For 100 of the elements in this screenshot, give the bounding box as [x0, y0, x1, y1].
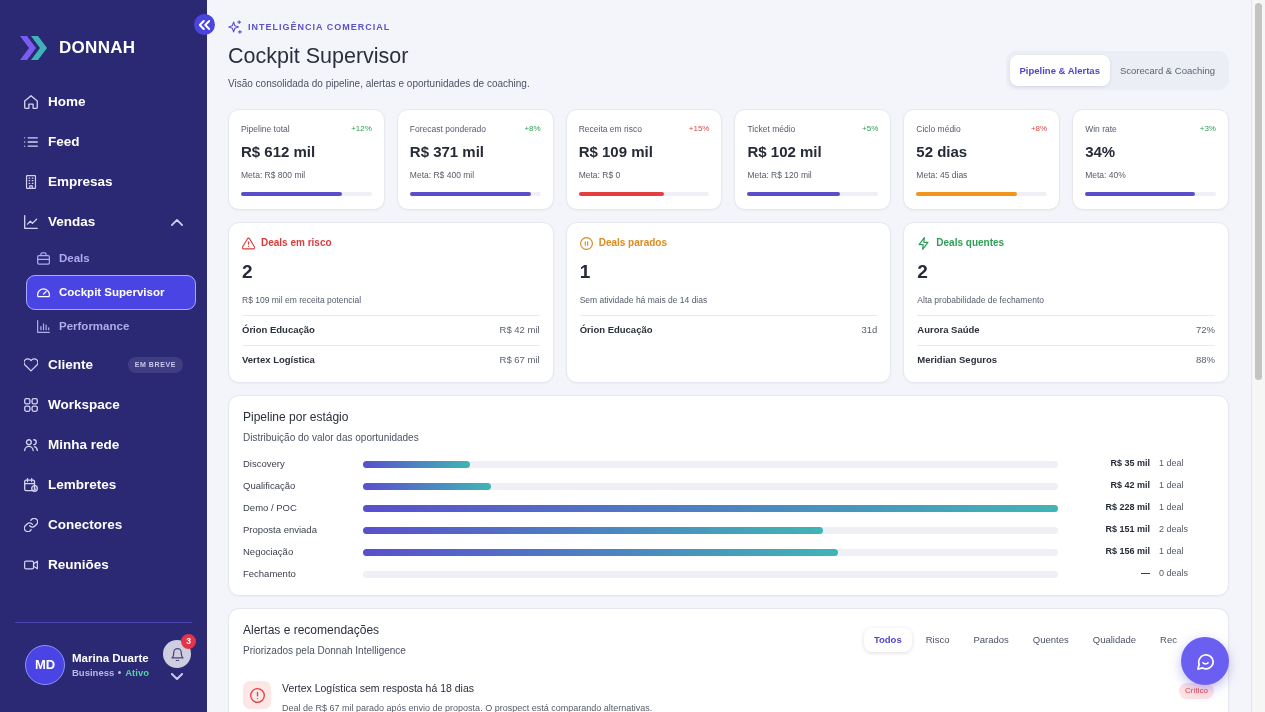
user-name: Marina Duarte	[72, 651, 149, 666]
logo-text: DONNAH	[59, 37, 136, 59]
bell-icon	[170, 647, 184, 661]
filter-tab[interactable]: Rec	[1150, 627, 1177, 652]
nav-item[interactable]: Reuniões	[17, 545, 190, 585]
nav-subitem[interactable]: Cockpit Supervisor	[26, 275, 196, 310]
kpi-label: Win rate	[1085, 124, 1117, 134]
chat-bubble-icon	[1196, 652, 1214, 670]
deal-count: 1	[579, 260, 592, 284]
kpi-target: Meta: 45 dias	[916, 170, 969, 180]
stage-deal-count: 1 deal	[1159, 545, 1185, 559]
card-caption: Sem atividade há mais de 14 dias	[579, 295, 709, 306]
kpi-value: 52 dias	[916, 142, 969, 161]
warning-triangle-icon	[242, 236, 255, 250]
nav-item[interactable]: Vendas	[17, 202, 190, 242]
kpi-target: Meta: R$ 0	[578, 170, 622, 180]
lightning-icon	[917, 236, 931, 250]
alert-title: Vertex Logística sem resposta há 18 dias	[282, 681, 475, 695]
card-title: Deals parados	[598, 236, 668, 250]
building-icon	[24, 175, 38, 189]
stage-value: —	[1140, 567, 1150, 581]
stage-label: Demo / POC	[243, 500, 298, 515]
scrollbar-track[interactable]	[1251, 0, 1265, 712]
stage-deal-count: 1 deal	[1159, 457, 1185, 471]
nav-item[interactable]: Minha rede	[17, 425, 190, 465]
grid-icon	[24, 398, 38, 412]
logo-chevrons-icon	[20, 36, 47, 60]
chevron-down-icon[interactable]	[171, 673, 183, 680]
kpi-target: Meta: R$ 800 mil	[241, 170, 307, 180]
deal-value: 88%	[1195, 353, 1215, 368]
double-chevron-left-icon	[199, 19, 210, 30]
video-camera-icon	[24, 558, 38, 572]
deal-count: 2	[242, 260, 254, 284]
separator-dot-icon	[118, 671, 122, 674]
users-icon	[24, 438, 38, 452]
deal-value: 31d	[861, 323, 878, 338]
kpi-label: Pipeline total	[241, 124, 290, 134]
line-chart-icon	[24, 215, 38, 229]
kpi-value: R$ 109 mil	[578, 142, 654, 161]
deal-name[interactable]: Vertex Logística	[242, 353, 315, 368]
filter-tab[interactable]: Quentes	[1022, 627, 1079, 652]
stage-label: Fechamento	[243, 566, 297, 581]
deal-name[interactable]: Aurora Saúde	[917, 323, 980, 338]
kpi-target: Meta: R$ 120 mil	[747, 170, 813, 180]
stage-deal-count: 1 deal	[1159, 501, 1185, 515]
nav-item[interactable]: Lembretes	[17, 465, 190, 505]
kpi-target: Meta: 40%	[1085, 170, 1127, 180]
gauge-icon	[37, 286, 50, 299]
stage-value: R$ 35 mil	[1109, 457, 1150, 471]
kpi-label: Forecast ponderado	[409, 124, 486, 134]
stage-label: Discovery	[243, 456, 286, 471]
stage-value: R$ 228 mil	[1104, 501, 1150, 515]
card-caption: Alta probabilidade de fechamento	[917, 295, 1045, 306]
filter-tab[interactable]: Qualidade	[1082, 627, 1147, 652]
kpi-label: Ciclo médio	[916, 124, 961, 134]
severity-badge: Crítico	[1178, 683, 1214, 699]
view-tab[interactable]: Scorecard & Coaching	[1109, 55, 1225, 86]
stage-deal-count: 2 deals	[1159, 523, 1190, 537]
nav-item[interactable]: Feed	[17, 122, 190, 162]
notifications-button[interactable]	[163, 640, 191, 668]
kpi-change: +15%	[688, 124, 710, 134]
stage-value: R$ 151 mil	[1104, 523, 1150, 537]
stage-deal-count: 1 deal	[1159, 479, 1185, 493]
user-plan: Business	[72, 666, 115, 679]
kpi-change: +8%	[1030, 124, 1048, 134]
card-caption: R$ 109 mil em receita potencial	[242, 295, 363, 306]
heart-icon	[24, 358, 38, 372]
stage-value: R$ 42 mil	[1109, 479, 1150, 493]
kpi-value: R$ 371 mil	[409, 142, 486, 161]
nav-item[interactable]: Empresas	[17, 162, 190, 202]
user-avatar[interactable]: MD	[25, 645, 65, 685]
bar-chart-icon	[37, 320, 50, 333]
kpi-change: +5%	[862, 124, 879, 134]
deal-name[interactable]: Meridian Seguros	[917, 353, 998, 368]
filter-tab[interactable]: Risco	[915, 627, 960, 652]
nav-subitem[interactable]: Performance	[26, 310, 196, 343]
deal-value: R$ 67 mil	[499, 353, 540, 368]
kpi-change: +12%	[351, 124, 372, 134]
link-icon	[24, 518, 38, 532]
card-subtitle: Distribuição do valor das oportunidades	[243, 431, 420, 444]
scrollbar-thumb[interactable]	[1255, 3, 1262, 380]
stage-label: Proposta enviada	[243, 522, 318, 537]
filter-tab[interactable]: Todos	[863, 627, 912, 652]
stage-value: R$ 156 mil	[1104, 545, 1150, 559]
nav-subitem[interactable]: Deals	[26, 242, 196, 275]
notification-count-badge: 3	[181, 634, 196, 649]
chevron-up-icon[interactable]	[171, 218, 183, 226]
view-tab[interactable]: Pipeline & Alertas	[1009, 55, 1110, 86]
kpi-label: Ticket médio	[747, 124, 796, 134]
nav-item[interactable]: Conectores	[17, 505, 190, 545]
kpi-change: +8%	[524, 124, 541, 134]
nav-item[interactable]: Home	[17, 82, 190, 122]
card-subtitle: Priorizados pela Donnah Intelligence	[243, 644, 406, 657]
card-title: Deals quentes	[936, 236, 1005, 250]
nav-item[interactable]: Workspace	[17, 385, 190, 425]
deal-value: 72%	[1195, 323, 1215, 338]
alert-description: Deal de R$ 67 mil parado após envio de proposta. O prospect está comparando alternativas.	[282, 702, 654, 712]
deal-name[interactable]: Órion Educação	[579, 323, 653, 338]
filter-tab[interactable]: Parados	[963, 627, 1019, 652]
deal-name[interactable]: Órion Educação	[242, 323, 315, 338]
